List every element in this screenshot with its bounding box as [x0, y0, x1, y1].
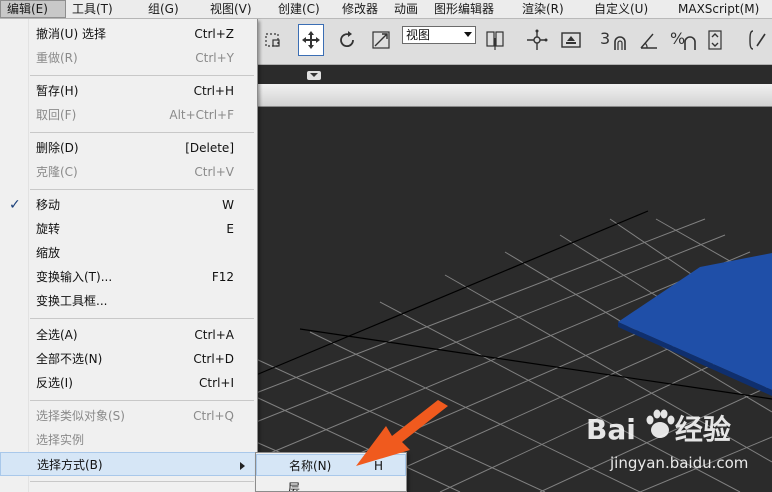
edit-named-selection-icon[interactable] — [746, 24, 772, 56]
chevron-right-icon — [240, 462, 245, 470]
menu-item-label: 选择类似对象(S) — [36, 409, 125, 423]
menu-item-shortcut: Ctrl+Q — [193, 409, 234, 423]
menu-item-shortcut: W — [222, 198, 234, 212]
menu-item-shortcut: [Delete] — [185, 141, 234, 155]
menu-group[interactable]: 组(G) — [142, 0, 204, 18]
menu-item-label: 变换工具框... — [36, 294, 108, 308]
menu-item-move[interactable]: ✓ 移动 W — [0, 193, 257, 217]
menu-item-label: 选择方式(B) — [37, 458, 103, 472]
menu-tools[interactable]: 工具(T) — [66, 0, 142, 18]
menu-separator — [30, 400, 254, 401]
move-tool-icon[interactable] — [298, 24, 324, 56]
menu-item-label: 反选(I) — [36, 376, 73, 390]
watermark-url: jingyan.baidu.com — [610, 454, 749, 472]
pivot-center-icon[interactable] — [482, 24, 508, 56]
menu-item-label: 移动 — [36, 198, 61, 212]
ribbon-toggle-dropdown[interactable] — [307, 71, 321, 80]
paw-icon — [646, 409, 675, 438]
menu-item-fetch: 取回(F) Alt+Ctrl+F — [0, 103, 257, 127]
menu-item-transform-type-in[interactable]: 变换输入(T)... F12 — [0, 265, 257, 289]
angle-snap-icon[interactable] — [636, 24, 662, 56]
menu-item-shortcut: Ctrl+A — [194, 328, 234, 342]
menu-item-shortcut: Ctrl+D — [193, 352, 234, 366]
menu-item-select-invert[interactable]: 反选(I) Ctrl+I — [0, 371, 257, 395]
baidu-jingyan-watermark: Bai 经验 jingyan.baidu.com — [586, 402, 770, 488]
menu-item-shortcut: E — [226, 222, 234, 236]
menu-item-label: 撤消(U) 选择 — [36, 27, 106, 41]
menu-item-label: 旋转 — [36, 222, 61, 236]
snap-toggle-icon[interactable] — [608, 24, 634, 56]
menu-edit[interactable]: 编辑(E) — [0, 0, 66, 18]
menu-modifiers[interactable]: 修改器 — [336, 0, 388, 18]
menu-item-select-instances: 选择实例 — [0, 428, 257, 452]
orange-arrow-annotation — [356, 400, 448, 466]
menu-item-select-by[interactable]: 选择方式(B) — [0, 452, 257, 476]
menu-item-redo: 重做(R) Ctrl+Y — [0, 46, 257, 70]
menu-item-label: 重做(R) — [36, 51, 78, 65]
menu-customize[interactable]: 自定义(U) — [588, 0, 672, 18]
menu-item-label: 名称(N) — [289, 459, 332, 473]
menu-item-shortcut: Ctrl+Y — [195, 51, 234, 65]
menu-item-select-similar: 选择类似对象(S) Ctrl+Q — [0, 404, 257, 428]
menu-item-select-all[interactable]: 全选(A) Ctrl+A — [0, 323, 257, 347]
menu-item-delete[interactable]: 删除(D) [Delete] — [0, 136, 257, 160]
menu-graph-editors[interactable]: 图形编辑器 — [428, 0, 516, 18]
menu-item-label: 选择实例 — [36, 433, 85, 447]
reference-coordinate-select[interactable]: 视图 — [402, 26, 476, 44]
chevron-down-icon — [464, 32, 472, 37]
menu-item-shortcut: Alt+Ctrl+F — [169, 108, 234, 122]
menu-item-rotate[interactable]: 旋转 E — [0, 217, 257, 241]
menu-item-undo[interactable]: 撤消(U) 选择 Ctrl+Z — [0, 22, 257, 46]
edit-menu-dropdown: 撤消(U) 选择 Ctrl+Z 重做(R) Ctrl+Y 暂存(H) Ctrl+… — [0, 19, 258, 492]
menu-item-select-none[interactable]: 全部不选(N) Ctrl+D — [0, 347, 257, 371]
menu-item-label: 缩放 — [36, 246, 61, 260]
menu-item-shortcut: F12 — [211, 270, 234, 284]
menu-item-label: 删除(D) — [36, 141, 79, 155]
menu-item-hold[interactable]: 暂存(H) Ctrl+H — [0, 79, 257, 103]
select-manipulate-icon[interactable] — [524, 24, 550, 56]
menu-item-label: 层 — [288, 481, 301, 492]
menu-item-label: 取回(F) — [36, 108, 77, 122]
scale-tool-icon[interactable] — [368, 24, 394, 56]
menu-separator — [30, 481, 254, 482]
reference-coordinate-value: 视图 — [406, 28, 431, 42]
menu-separator — [30, 189, 254, 190]
menu-separator — [30, 132, 254, 133]
select-object-icon[interactable] — [260, 24, 286, 56]
menu-views[interactable]: 视图(V) — [204, 0, 272, 18]
menu-item-label: 全选(A) — [36, 328, 78, 342]
menu-animation[interactable]: 动画 — [388, 0, 428, 18]
menu-item-shortcut: Ctrl+V — [194, 165, 234, 179]
rotate-tool-icon[interactable] — [334, 24, 360, 56]
menu-item-shortcut: Ctrl+H — [193, 84, 234, 98]
menu-item-scale[interactable]: 缩放 — [0, 241, 257, 265]
menu-item-shortcut: Ctrl+I — [199, 376, 234, 390]
menu-item-label: 克隆(C) — [36, 165, 78, 179]
menu-separator — [30, 318, 254, 319]
menu-bar: 编辑(E) 工具(T) 组(G) 视图(V) 创建(C) 修改器 动画 图形编辑… — [0, 0, 772, 19]
percent-snap-icon[interactable] — [678, 24, 704, 56]
menu-item-shortcut: Ctrl+Z — [194, 27, 234, 41]
menu-item-label: 暂存(H) — [36, 84, 79, 98]
menu-rendering[interactable]: 渲染(R) — [516, 0, 588, 18]
menu-create[interactable]: 创建(C) — [272, 0, 336, 18]
menu-maxscript[interactable]: MAXScript(M) — [672, 0, 772, 18]
menu-item-label: 变换输入(T)... — [36, 270, 113, 284]
menu-item-clone: 克隆(C) Ctrl+V — [0, 160, 257, 184]
menu-item-transform-toolbox[interactable]: 变换工具框... — [0, 289, 257, 313]
keyboard-shortcut-override-icon[interactable] — [558, 24, 584, 56]
spinner-snap-icon[interactable] — [702, 24, 728, 56]
menu-separator — [30, 75, 254, 76]
menu-item-label: 全部不选(N) — [36, 352, 103, 366]
checkmark-icon: ✓ — [9, 197, 21, 213]
